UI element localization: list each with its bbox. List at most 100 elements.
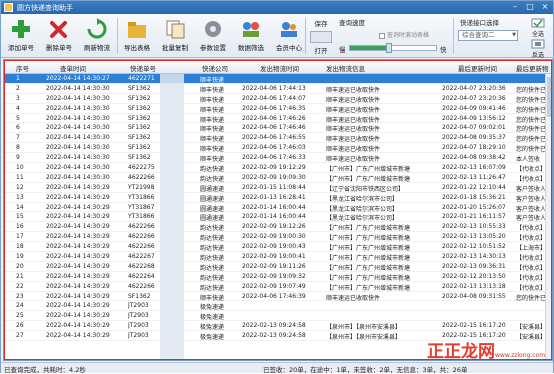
table-cell: 顺丰快递 xyxy=(200,116,225,124)
table-cell: 13 xyxy=(16,193,24,201)
table-cell: 18 xyxy=(16,243,24,251)
table-row[interactable]: 3 2022-04-14 14:30:30 SF1362 顺丰快递 2022-04-06… xyxy=(4,94,552,104)
fast-label: 快 xyxy=(440,46,447,54)
column-header[interactable]: 序号 xyxy=(16,63,36,73)
table-row[interactable]: 17 2022-04-14 14:30:29 4622266 韵达快递 2022-02-… xyxy=(4,232,552,242)
refresh-icon xyxy=(87,18,107,39)
table-row[interactable]: 16 2022-04-14 14:30:29 4622266 韵达快递 2022-02-… xyxy=(4,222,552,232)
select-all-button[interactable]: 全选 xyxy=(525,29,551,38)
table-cell: 3 xyxy=(16,94,20,102)
table-row[interactable]: 2 2022-04-14 14:30:30 SF1362 顺丰快递 2022-04-06… xyxy=(4,84,552,94)
scroll-table-checkbox[interactable]: 查询时滚动表格 xyxy=(379,30,429,39)
scrollbar-thumb[interactable] xyxy=(547,77,552,117)
speed-slider-thumb[interactable] xyxy=(385,43,392,53)
table-cell: 顺丰快递 xyxy=(200,146,225,154)
table-cell: 韵达快递 xyxy=(200,274,225,282)
table-row[interactable]: 20 2022-04-14 14:30:29 4622268 韵达快递 2022-02-… xyxy=(4,262,552,272)
table-row[interactable]: 26 2022-04-14 14:30:29 JT2903 极兔速递 2022-02-1… xyxy=(4,321,552,331)
minimize-button[interactable]: – xyxy=(509,2,521,12)
table-row[interactable]: 12 2022-04-14 14:30:29 YT21998 圆通速递 2022-01-… xyxy=(4,183,552,193)
table-row[interactable]: 15 2022-04-14 14:30:29 YT31866 圆通速递 2022-01-… xyxy=(4,212,552,222)
table-cell: 【辽宁省沈阳市铁西区公司】 xyxy=(326,185,405,193)
invert-selection-button[interactable]: 反选 xyxy=(525,50,551,59)
table-cell: 极兔速递 xyxy=(200,324,225,332)
table-row[interactable]: 6 2022-04-14 14:30:30 SF1362 顺丰快递 2022-04-06… xyxy=(4,123,552,133)
column-header[interactable]: 发出物流信息 xyxy=(326,63,438,73)
refresh-logistics-label: 刷新物流 xyxy=(84,44,110,52)
table-row[interactable]: 10 2022-04-14 14:30:30 4622275 韵达快递 2022-02-… xyxy=(4,163,552,173)
add-number-button[interactable]: 添加单号 xyxy=(3,16,39,56)
refresh-logistics-button[interactable]: 刷新物流 xyxy=(79,16,115,56)
member-center-button[interactable]: 会员中心 xyxy=(271,16,307,56)
table-cell: 1 xyxy=(16,75,20,82)
table-row[interactable]: 21 2022-04-14 14:30:29 4622264 韵达快递 2022-02-… xyxy=(4,272,552,282)
table-row[interactable]: 5 2022-04-14 14:30:30 SF1362 顺丰快递 2022-04-06… xyxy=(4,114,552,124)
parameter-settings-label: 参数设置 xyxy=(200,44,226,52)
table-row[interactable]: 4 2022-04-14 14:30:30 SF1362 顺丰快递 2022-04-06… xyxy=(4,104,552,114)
express-api-value: 综合查询二 xyxy=(462,31,495,39)
table-cell: 7 xyxy=(16,134,20,142)
table-header: 序号 查单时间 快递单号 快递公司 发出物流时间 发出物流信息 最后更新时间 最… xyxy=(4,60,552,74)
table-cell: 2022-02-13 16:07:09 xyxy=(442,164,506,172)
open-button[interactable]: 打开 xyxy=(307,45,335,55)
table-cell: 2022-04-14 14:30:30 xyxy=(46,164,110,172)
table-cell: 【黑龙江省哈尔滨市公司】 xyxy=(326,215,399,223)
table-cell: 2022-04-14 14:30:29 xyxy=(46,302,110,310)
export-table-button[interactable]: 导出表格 xyxy=(119,16,155,56)
table-row[interactable]: 11 2022-04-14 14:30:30 4622266 韵达快递 2022-02-… xyxy=(4,173,552,183)
table-cell: 2022-02-09 19:12:29 xyxy=(242,164,306,172)
batch-copy-button[interactable]: 批量复制 xyxy=(157,16,193,56)
table-cell: 2022-04-06 17:46:55 xyxy=(242,134,306,142)
table-row[interactable]: 22 2022-04-14 14:30:29 4622266 韵达快递 2022-02-… xyxy=(4,282,552,292)
delete-number-button[interactable]: 删除单号 xyxy=(41,16,77,56)
table-cell: 顺丰快递 xyxy=(200,156,225,164)
table-cell: 韵达快递 xyxy=(200,225,225,233)
table-cell: 【黑龙江省哈尔滨市公司】 xyxy=(326,205,399,213)
table-row[interactable]: 18 2022-04-14 14:30:29 4622266 韵达快递 2022-02-… xyxy=(4,242,552,252)
table-row[interactable]: 9 2022-04-14 14:30:30 SF1362 顺丰快递 2022-04-06… xyxy=(4,153,552,163)
table-cell: 韵达快递 xyxy=(200,235,225,243)
watermark-logo: 正正龙网 www.zzlong.com xyxy=(413,337,551,363)
table-cell: 2022-04-06 17:46:35 xyxy=(242,104,306,112)
table-cell: 2022-02-09 19:00:30 xyxy=(242,233,306,241)
table-row[interactable]: 25 2022-04-14 14:30:29 JT2903 极兔速递 xyxy=(4,311,552,321)
table-cell: 2022-04-14 14:30:29 xyxy=(46,312,110,320)
table-cell: 2022-04-14 14:30:30 xyxy=(46,114,110,122)
table-row[interactable]: 14 2022-04-14 14:30:29 YT31867 圆通速递 2022-01-… xyxy=(4,203,552,213)
filter-icon xyxy=(243,22,259,37)
table-cell: 【广州市】广东广州增城市新塘 xyxy=(326,255,411,263)
table-cell: 2022-04-14 14:30:30 xyxy=(46,124,110,132)
table-cell: 圆通速递 xyxy=(200,205,225,213)
table-row[interactable]: 13 2022-04-14 14:30:29 YT31866 圆通速递 2022-01-… xyxy=(4,193,552,203)
data-filter-label: 数据筛选 xyxy=(238,44,264,52)
table-cell: 2022-04-06 17:46:46 xyxy=(242,124,306,132)
table-cell: 2022-02-09 19:09:30 xyxy=(242,173,306,181)
table-cell: 2022-01-14 16:00:44 xyxy=(242,213,306,221)
table-cell: 【黑龙江省哈尔滨市公司】 xyxy=(326,195,399,203)
parameter-settings-button[interactable]: 参数设置 xyxy=(195,16,231,56)
table-row[interactable]: 1 2022-04-14 14:30:27 4622271 顺丰快递 xyxy=(4,74,552,84)
toolbar-divider xyxy=(305,18,306,54)
table-row[interactable]: 24 2022-04-14 14:30:29 JT2903 极兔速递 xyxy=(4,301,552,311)
table-row[interactable]: 23 2022-04-14 14:30:29 SF1362 顺丰快递 2022-04-0… xyxy=(4,292,552,302)
table-row[interactable]: 7 2022-04-14 14:30:30 SF1362 顺丰快递 2022-04-06… xyxy=(4,133,552,143)
column-header[interactable]: 最后更新物 xyxy=(516,63,550,73)
table-row[interactable]: 19 2022-04-14 14:30:29 4622267 韵达快递 2022-02-… xyxy=(4,252,552,262)
data-filter-button[interactable]: 数据筛选 xyxy=(233,16,269,56)
table-cell: 2 xyxy=(16,84,20,92)
table-cell: 2022-04-07 23:20:36 xyxy=(442,84,506,92)
vertical-scrollbar[interactable] xyxy=(545,74,552,360)
column-header[interactable]: 快递公司 xyxy=(202,63,246,73)
close-button[interactable]: × xyxy=(539,2,551,12)
checkbox-box xyxy=(379,32,385,39)
express-api-select[interactable]: 综合查询二 ▼ xyxy=(458,30,518,41)
maximize-button[interactable]: □ xyxy=(524,2,536,12)
table-row[interactable]: 8 2022-04-14 14:30:30 SF1362 顺丰快递 2022-04-06… xyxy=(4,143,552,153)
table-cell: 【广州市】广东广州增城市新塘 xyxy=(326,166,411,174)
save-button[interactable]: 保存 xyxy=(307,18,335,28)
speed-slider[interactable] xyxy=(349,43,437,53)
table-cell: 21 xyxy=(16,272,24,280)
column-header[interactable]: 查单时间 xyxy=(60,63,140,73)
table-cell: 11 xyxy=(16,173,24,181)
column-header[interactable]: 快递单号 xyxy=(130,63,168,73)
